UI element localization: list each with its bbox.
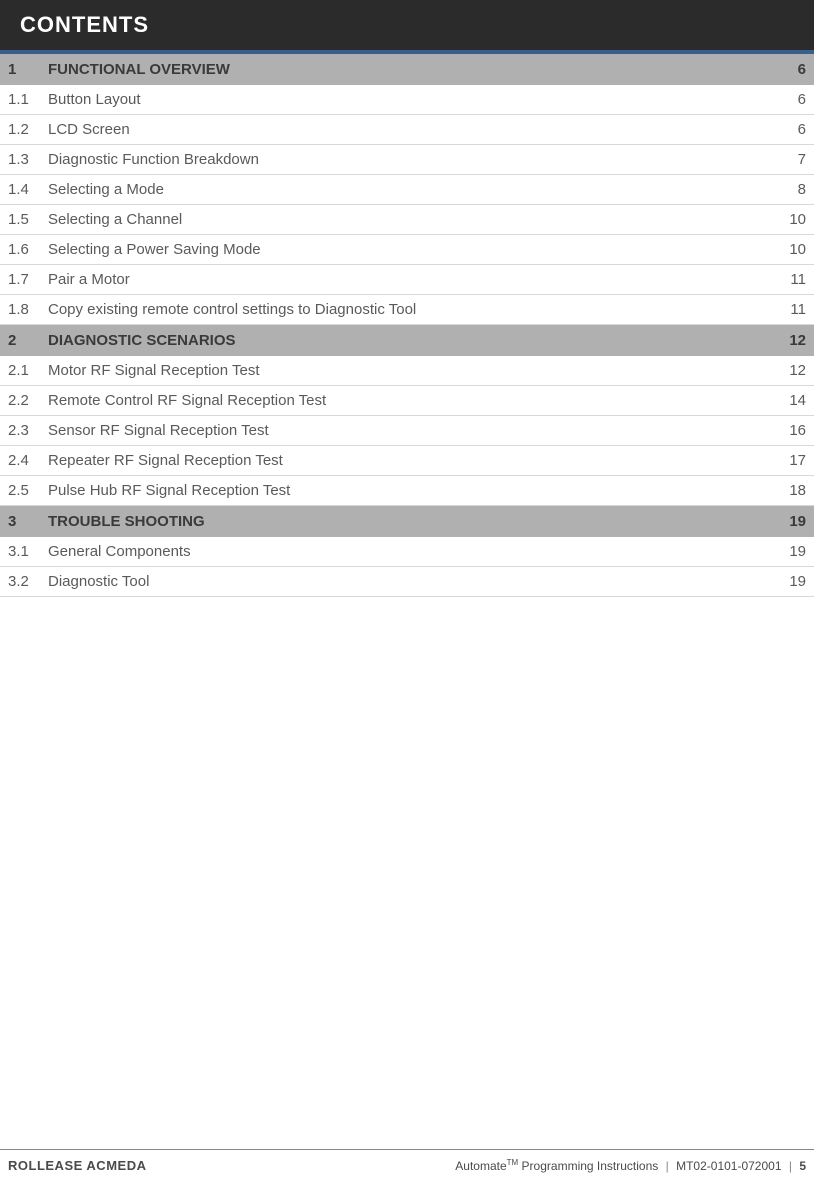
footer-brand: ROLLEASE ACMEDA	[8, 1158, 146, 1173]
toc-row-page: 10	[766, 211, 806, 228]
toc-container: 1FUNCTIONAL OVERVIEW61.1Button Layout61.…	[0, 54, 814, 597]
toc-section-page: 6	[766, 61, 806, 78]
toc-row-title: Selecting a Mode	[48, 181, 766, 198]
toc-row: 2.4Repeater RF Signal Reception Test17	[0, 446, 814, 476]
toc-row-num: 1.7	[8, 271, 48, 288]
toc-section-header: 2DIAGNOSTIC SCENARIOS12	[0, 325, 814, 356]
footer-page-num: 5	[799, 1159, 806, 1173]
footer-doc-code: MT02-0101-072001	[676, 1159, 781, 1173]
toc-row-page: 10	[766, 241, 806, 258]
toc-row-title: Selecting a Power Saving Mode	[48, 241, 766, 258]
toc-row: 2.2Remote Control RF Signal Reception Te…	[0, 386, 814, 416]
contents-title: CONTENTS	[20, 12, 149, 37]
toc-row-page: 16	[766, 422, 806, 439]
toc-row-title: Motor RF Signal Reception Test	[48, 362, 766, 379]
toc-row-num: 2.4	[8, 452, 48, 469]
toc-section-header: 3TROUBLE SHOOTING19	[0, 506, 814, 537]
toc-row-title: LCD Screen	[48, 121, 766, 138]
toc-row-num: 2.2	[8, 392, 48, 409]
toc-row-page: 17	[766, 452, 806, 469]
toc-row: 1.7Pair a Motor11	[0, 265, 814, 295]
page-footer: ROLLEASE ACMEDA AutomateTM Programming I…	[0, 1149, 814, 1183]
toc-section-header: 1FUNCTIONAL OVERVIEW6	[0, 54, 814, 85]
footer-doc-title: Programming Instructions	[518, 1159, 658, 1173]
toc-row-num: 1.8	[8, 301, 48, 318]
toc-row-title: Button Layout	[48, 91, 766, 108]
toc-row: 1.5Selecting a Channel10	[0, 205, 814, 235]
toc-row-num: 1.1	[8, 91, 48, 108]
toc-row-num: 2.1	[8, 362, 48, 379]
toc-row-num: 3.1	[8, 543, 48, 560]
toc-row-title: General Components	[48, 543, 766, 560]
toc-row-page: 6	[766, 121, 806, 138]
toc-section-num: 1	[8, 61, 48, 78]
toc-row-title: Diagnostic Tool	[48, 573, 766, 590]
toc-row-title: Diagnostic Function Breakdown	[48, 151, 766, 168]
toc-row-num: 1.2	[8, 121, 48, 138]
toc-row-title: Remote Control RF Signal Reception Test	[48, 392, 766, 409]
toc-row-title: Pulse Hub RF Signal Reception Test	[48, 482, 766, 499]
toc-row-title: Sensor RF Signal Reception Test	[48, 422, 766, 439]
toc-row-num: 2.3	[8, 422, 48, 439]
toc-row-num: 2.5	[8, 482, 48, 499]
toc-row-page: 11	[766, 271, 806, 288]
toc-row: 2.1Motor RF Signal Reception Test12	[0, 356, 814, 386]
toc-row-page: 8	[766, 181, 806, 198]
toc-row: 1.8Copy existing remote control settings…	[0, 295, 814, 325]
toc-row-page: 7	[766, 151, 806, 168]
toc-row: 1.4Selecting a Mode8	[0, 175, 814, 205]
toc-row-page: 18	[766, 482, 806, 499]
toc-row-title: Repeater RF Signal Reception Test	[48, 452, 766, 469]
toc-section-title: FUNCTIONAL OVERVIEW	[48, 61, 766, 78]
toc-row-page: 6	[766, 91, 806, 108]
footer-sep-1: |	[666, 1159, 669, 1173]
toc-row: 3.1General Components19	[0, 537, 814, 567]
toc-row-num: 1.4	[8, 181, 48, 198]
toc-row-title: Copy existing remote control settings to…	[48, 301, 766, 318]
toc-row: 2.5Pulse Hub RF Signal Reception Test18	[0, 476, 814, 506]
toc-row-num: 3.2	[8, 573, 48, 590]
toc-row-title: Selecting a Channel	[48, 211, 766, 228]
toc-section-title: DIAGNOSTIC SCENARIOS	[48, 332, 766, 349]
toc-row-num: 1.6	[8, 241, 48, 258]
toc-row-page: 19	[766, 543, 806, 560]
toc-row: 2.3Sensor RF Signal Reception Test16	[0, 416, 814, 446]
toc-row: 1.1Button Layout6	[0, 85, 814, 115]
footer-sep-2: |	[789, 1159, 792, 1173]
toc-row: 1.2LCD Screen6	[0, 115, 814, 145]
toc-row-num: 1.3	[8, 151, 48, 168]
contents-header: CONTENTS	[0, 0, 814, 50]
toc-row-title: Pair a Motor	[48, 271, 766, 288]
toc-row: 3.2Diagnostic Tool19	[0, 567, 814, 597]
toc-section-num: 3	[8, 513, 48, 530]
toc-row-page: 11	[766, 301, 806, 318]
toc-row: 1.6Selecting a Power Saving Mode10	[0, 235, 814, 265]
toc-row-page: 14	[766, 392, 806, 409]
footer-doc-info: AutomateTM Programming Instructions | MT…	[455, 1158, 806, 1173]
toc-row: 1.3Diagnostic Function Breakdown7	[0, 145, 814, 175]
toc-row-page: 12	[766, 362, 806, 379]
toc-row-num: 1.5	[8, 211, 48, 228]
toc-section-page: 12	[766, 332, 806, 349]
toc-row-page: 19	[766, 573, 806, 590]
toc-section-title: TROUBLE SHOOTING	[48, 513, 766, 530]
footer-tm: TM	[507, 1158, 519, 1167]
footer-product: Automate	[455, 1159, 506, 1173]
toc-section-num: 2	[8, 332, 48, 349]
toc-section-page: 19	[766, 513, 806, 530]
